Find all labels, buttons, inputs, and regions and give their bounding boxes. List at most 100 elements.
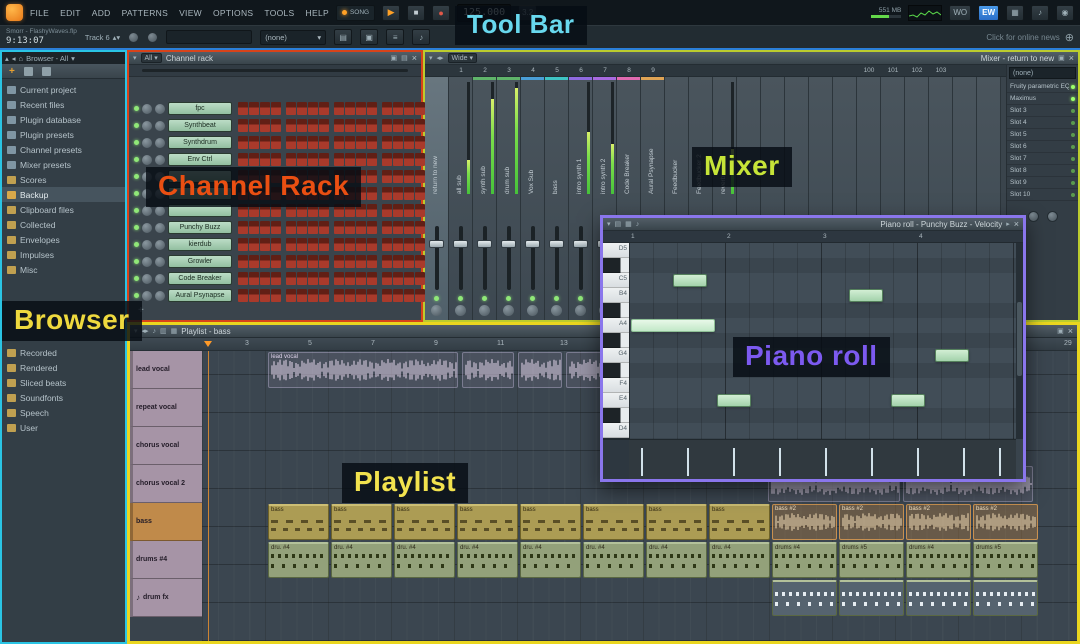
step-cell[interactable] (345, 255, 355, 268)
step-cell[interactable] (308, 136, 318, 149)
chevron-down-icon[interactable]: ▾ (71, 54, 75, 63)
step-cell[interactable] (308, 221, 318, 234)
playlist-clip[interactable]: drums #5 (839, 542, 904, 578)
menu-options[interactable]: OPTIONS (213, 8, 253, 18)
midi-note[interactable] (631, 319, 715, 332)
step-cell[interactable] (345, 272, 355, 285)
step-cell[interactable] (249, 255, 259, 268)
track-header[interactable]: lead vocal (130, 351, 202, 389)
step-cell[interactable] (286, 289, 296, 302)
channel-volume-knob[interactable] (155, 274, 165, 284)
step-cell[interactable] (238, 221, 248, 234)
mixer-strip[interactable]: drum sub (497, 77, 521, 320)
menu-help[interactable]: HELP (306, 8, 329, 18)
fx-enable-led[interactable] (1071, 121, 1075, 125)
browser-item[interactable]: Plugin database (2, 112, 125, 127)
channel-pan-knob[interactable] (142, 155, 152, 165)
channel-volume-knob[interactable] (155, 206, 165, 216)
chevron-down-icon[interactable]: ▾ (429, 54, 433, 62)
step-cell[interactable] (404, 136, 414, 149)
speaker-icon[interactable] (42, 67, 51, 76)
playlist-clip[interactable]: bass (268, 504, 329, 540)
playlist-clip[interactable]: dru. #4 (457, 542, 518, 578)
step-cell[interactable] (271, 238, 281, 251)
playlist-clip[interactable] (839, 580, 904, 616)
browser-item[interactable]: Backup (2, 187, 125, 202)
step-cell[interactable] (367, 170, 377, 183)
playlist-clip[interactable]: dru. #4 (268, 542, 329, 578)
piano-key[interactable]: F4 (603, 378, 629, 393)
channel-mute-led[interactable] (134, 123, 139, 128)
strip-pan-knob[interactable] (503, 305, 514, 316)
browser-item[interactable]: Current project (2, 82, 125, 97)
step-cell[interactable] (286, 153, 296, 166)
step-cell[interactable] (393, 153, 403, 166)
playlist-clip[interactable] (973, 580, 1038, 616)
track-header[interactable]: chorus vocal 2 (130, 465, 202, 503)
step-cell[interactable] (308, 255, 318, 268)
channel-mute-led[interactable] (134, 191, 139, 196)
strip-pan-knob[interactable] (479, 305, 490, 316)
step-cell[interactable] (415, 221, 425, 234)
track-header[interactable]: repeat vocal (130, 389, 202, 427)
mixer-strip[interactable]: Vox Sub (521, 77, 545, 320)
midi-note[interactable] (935, 349, 969, 362)
scrollbar-thumb[interactable] (1017, 302, 1022, 376)
record-button[interactable]: ● (432, 5, 450, 21)
channel-mute-led[interactable] (134, 157, 139, 162)
step-cell[interactable] (382, 255, 392, 268)
fx-slot[interactable]: Slot 4 (1007, 117, 1078, 129)
piano-key[interactable]: D4 (603, 423, 629, 438)
midi-note[interactable] (891, 394, 925, 407)
velocity-stem[interactable] (825, 448, 827, 476)
step-cell[interactable] (319, 136, 329, 149)
step-cell[interactable] (319, 102, 329, 115)
browser-item[interactable]: User (2, 420, 125, 435)
step-cell[interactable] (249, 102, 259, 115)
channel-mute-led[interactable] (134, 174, 139, 179)
playlist-clip[interactable]: dru. #4 (331, 542, 392, 578)
fx-enable-led[interactable] (1071, 85, 1075, 89)
close-icon[interactable]: × (1014, 219, 1019, 229)
note-icon[interactable]: ♪ (1031, 5, 1049, 21)
step-cell[interactable] (415, 187, 425, 200)
velocity-stem[interactable] (687, 448, 689, 476)
step-cell[interactable] (260, 102, 270, 115)
home-icon[interactable]: ⌂ (19, 54, 24, 63)
step-cell[interactable] (271, 272, 281, 285)
step-cell[interactable] (404, 102, 414, 115)
playlist-clip[interactable]: drums #4 (772, 542, 837, 578)
playlist-clip[interactable]: bass (709, 504, 770, 540)
browser-item[interactable]: Misc (2, 262, 125, 277)
menu-patterns[interactable]: PATTERNS (122, 8, 168, 18)
browser-item[interactable]: Mixer presets (2, 157, 125, 172)
step-cell[interactable] (415, 272, 425, 285)
mixer-strip[interactable]: synth sub (473, 77, 497, 320)
velocity-stem[interactable] (641, 448, 643, 476)
playlist-clip[interactable]: dru. #4 (646, 542, 707, 578)
track-header[interactable]: bass (130, 503, 202, 541)
step-cell[interactable] (271, 119, 281, 132)
step-cell[interactable] (404, 238, 414, 251)
step-cell[interactable] (367, 153, 377, 166)
fader-knob[interactable] (573, 240, 588, 248)
piano-roll-ruler[interactable]: 1234 (603, 231, 1023, 243)
nav-arrows-icon[interactable]: ◂▸ (142, 327, 149, 335)
step-cell[interactable] (382, 221, 392, 234)
main-volume-knob[interactable] (128, 32, 139, 43)
graph-editor-icon[interactable]: ▣ (390, 54, 397, 62)
channel-pan-knob[interactable] (142, 206, 152, 216)
piano-key[interactable] (603, 258, 629, 273)
edison-button[interactable]: EW (978, 5, 999, 21)
browser-item[interactable]: Channel presets (2, 142, 125, 157)
browser-item[interactable]: Plugin presets (2, 127, 125, 142)
channel-volume-knob[interactable] (155, 155, 165, 165)
playlist-clip[interactable]: dru. #4 (520, 542, 581, 578)
fx-enable-led[interactable] (1071, 157, 1075, 161)
add-icon[interactable]: + (9, 66, 15, 77)
browser-item[interactable]: Envelopes (2, 232, 125, 247)
step-cell[interactable] (382, 170, 392, 183)
step-cell[interactable] (319, 153, 329, 166)
step-cell[interactable] (260, 272, 270, 285)
fader-knob[interactable] (429, 240, 444, 248)
